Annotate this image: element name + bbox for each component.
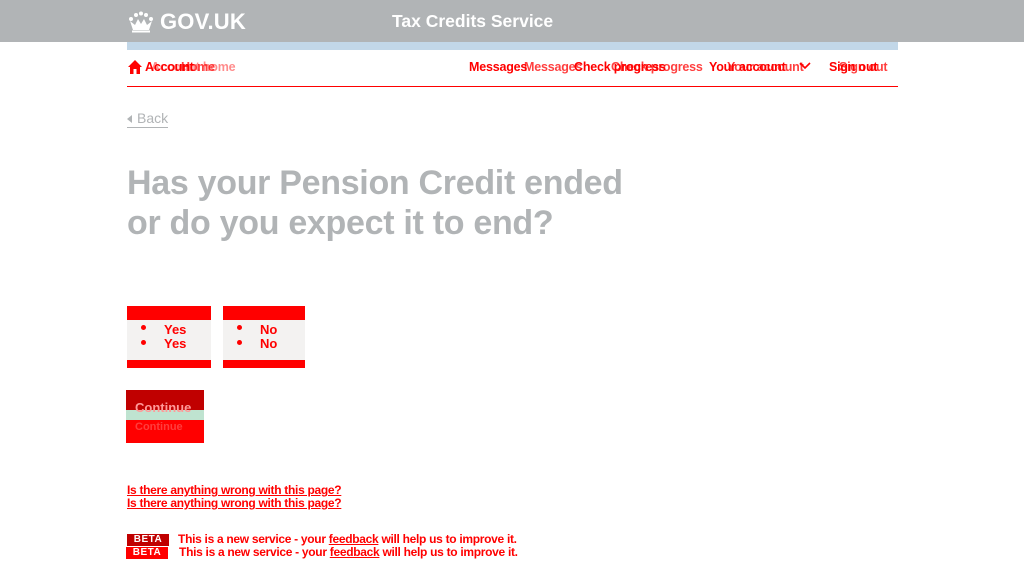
beta-text-after-overlap: will help us to improve it.	[382, 545, 518, 559]
radio-no-label-overlap: No	[260, 336, 278, 351]
govuk-logo[interactable]: GOV.UK	[127, 9, 246, 35]
site-header: GOV.UK Tax Credits Service	[0, 0, 1024, 42]
crown-icon	[129, 11, 153, 33]
continue-button[interactable]: Continue Continue	[126, 390, 204, 443]
account-nav: Account Home Account home Messages Messa…	[127, 58, 898, 87]
radio-yes-dot[interactable]	[141, 325, 146, 330]
continue-button-label-overlap: Continue	[135, 421, 183, 433]
beta-banner: BETA This is a new service - your feedba…	[127, 532, 517, 546]
back-link[interactable]: Back	[126, 110, 169, 128]
nav-account-home-overlap[interactable]: Account home	[151, 60, 236, 74]
radio-no-dot-overlap[interactable]	[237, 340, 242, 345]
nav-sign-out-overlap[interactable]: Sign out	[839, 60, 888, 74]
service-name[interactable]: Tax Credits Service	[392, 11, 553, 32]
page-title: Has your Pension Credit ended or do you …	[127, 164, 623, 242]
radio-yes[interactable]: Yes Yes	[127, 306, 211, 368]
radio-no-label: No	[260, 322, 278, 337]
beta-banner-overlap: BETA This is a new service - your feedba…	[126, 545, 518, 559]
radio-yes-label-overlap: Yes	[164, 336, 187, 351]
chevron-down-icon[interactable]	[799, 62, 811, 70]
beta-text-before: This is a new service - your	[178, 532, 326, 546]
radio-yes-body: Yes Yes	[127, 320, 211, 360]
radio-no-body: No No	[223, 320, 305, 360]
home-icon[interactable]	[127, 59, 143, 75]
beta-tag-overlap: BETA	[126, 546, 168, 559]
feedback-link[interactable]: feedback	[329, 532, 379, 546]
beta-text-after: will help us to improve it.	[381, 532, 517, 546]
radio-yes-label: Yes	[164, 322, 187, 337]
nav-check-progress-overlap[interactable]: Check progress	[611, 60, 703, 74]
nav-your-account-overlap[interactable]: Your account	[727, 60, 804, 74]
feedback-link-overlap[interactable]: feedback	[330, 545, 380, 559]
logo-text: GOV.UK	[160, 9, 246, 34]
radio-no-dot[interactable]	[237, 325, 242, 330]
beta-text-before-overlap: This is a new service - your	[179, 545, 327, 559]
radio-yes-dot-overlap[interactable]	[141, 340, 146, 345]
radio-no[interactable]: No No	[223, 306, 305, 368]
nav-messages[interactable]: Messages	[469, 60, 527, 74]
report-problem-link[interactable]: Is there anything wrong with this page?	[127, 483, 342, 497]
continue-button-label: Continue	[135, 400, 192, 415]
phase-bar	[127, 42, 898, 50]
report-problem-link-overlap[interactable]: Is there anything wrong with this page?	[127, 496, 342, 510]
